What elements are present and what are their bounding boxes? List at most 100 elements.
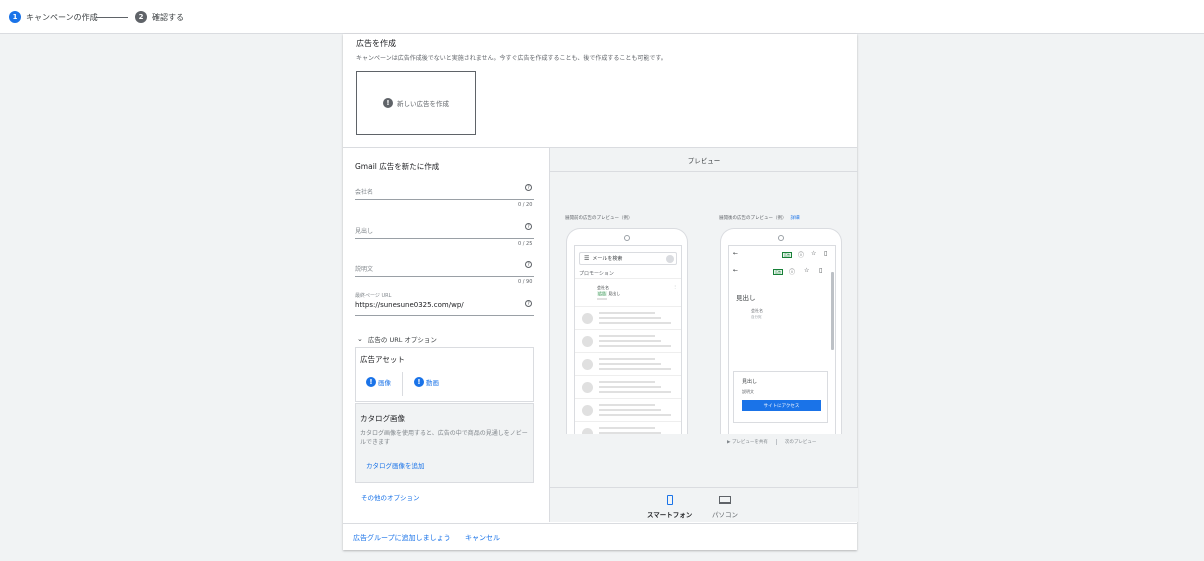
placeholder-line <box>599 404 655 406</box>
share-preview-label: プレビューを共有 <box>731 440 768 445</box>
assets-divider <box>402 372 403 396</box>
star-icon: ☆ <box>804 267 810 274</box>
placeholder-line <box>599 345 671 347</box>
list-item <box>575 329 681 352</box>
placeholder-line <box>599 409 661 411</box>
smartphone-tab[interactable]: スマートフォン <box>647 494 692 519</box>
placeholder-line <box>599 312 655 314</box>
placeholder-line <box>599 317 661 319</box>
headline-field[interactable]: 見出し ? <box>355 223 534 239</box>
list-item <box>575 375 681 398</box>
placeholder-line <box>599 368 671 370</box>
visit-site-button[interactable]: サイトにアクセス <box>742 400 821 411</box>
avatar-placeholder <box>582 382 593 393</box>
new-ad-label: 新しい広告を作成 <box>397 100 449 108</box>
list-item <box>575 306 681 329</box>
camera-icon <box>778 235 784 241</box>
avatar-placeholder <box>582 313 593 324</box>
add-catalog-image-link[interactable]: カタログ画像を追加 <box>366 460 425 470</box>
new-ad-button[interactable]: ! 新しい広告を作成 <box>356 71 476 135</box>
card-headline: 見出し <box>742 379 758 385</box>
star-icon: ☆ <box>811 250 817 257</box>
avatar-placeholder <box>582 336 593 347</box>
video-asset-label: 動画 <box>426 379 439 387</box>
list-item <box>575 398 681 421</box>
add-to-ad-group-button[interactable]: 広告グループに追加しましょう <box>353 533 451 543</box>
back-arrow-icon: ← <box>733 250 739 257</box>
placeholder-line <box>599 432 661 434</box>
field-label: 会社名 <box>355 189 374 196</box>
list-item <box>575 421 681 434</box>
list-item <box>575 352 681 375</box>
image-asset-button[interactable]: ! 画像 <box>366 377 391 387</box>
details-link[interactable]: 詳細 <box>791 216 800 221</box>
help-icon[interactable]: ? <box>525 300 532 307</box>
ad-badge-icon: 広告 <box>773 269 783 275</box>
expanded-phone-mockup: ← 広告 ⓘ ☆ ▯ ← 広告 ⓘ ☆ ▯ 見出し 会社名 自分宛 見出し 説明… <box>720 228 842 434</box>
ad-badge-icon: 広告 <box>782 252 792 258</box>
description-field[interactable]: 説明文 ? <box>355 261 534 277</box>
phone-screen: ☰ メールを検索 プロモーション 会社名 広告 見出し ⋮ <box>574 245 682 434</box>
next-preview-link[interactable]: 次のプレビュー <box>785 439 817 445</box>
help-icon[interactable]: ? <box>525 261 532 268</box>
device-toggle-bar: スマートフォン パソコン <box>550 487 858 522</box>
chevron-down-icon: ⌄ <box>357 335 363 343</box>
mail-search-bar: ☰ メールを検索 <box>579 252 677 265</box>
catalog-description: カタログ画像を使用すると、広告の中で商品の見通しをノビールできます <box>360 430 528 446</box>
expanded-company: 会社名 <box>751 308 763 313</box>
help-icon[interactable]: ? <box>525 184 532 191</box>
preview-panel: プレビュー 展開前の広告のプレビュー（例） 展開後の広告のプレビュー（例） 詳細 … <box>549 148 858 522</box>
expanded-ad-card: 見出し 説明文 サイトにアクセス <box>733 371 828 423</box>
share-preview-link[interactable]: ▶ プレビューを共有 <box>727 439 768 445</box>
cancel-button[interactable]: キャンセル <box>465 533 500 543</box>
main-panel: 広告を作成 キャンペーンは広告作成後でないと実施されません。今すぐ広告を作成する… <box>343 34 858 550</box>
step-campaign[interactable]: 1 キャンペーンの作成 <box>9 11 98 23</box>
search-placeholder: メールを検索 <box>592 256 623 262</box>
ad-assets-box: 広告アセット ! 画像 ! 動画 <box>355 347 534 402</box>
field-label: 最終ページ URL <box>355 293 392 299</box>
phone-screen: ← 広告 ⓘ ☆ ▯ ← 広告 ⓘ ☆ ▯ 見出し 会社名 自分宛 見出し 説明… <box>728 245 836 434</box>
url-options-toggle[interactable]: ⌄ 広告の URL オプション <box>357 334 437 344</box>
video-asset-button[interactable]: ! 動画 <box>414 377 439 387</box>
ad-badge: 広告 <box>597 291 607 296</box>
placeholder-line <box>599 381 655 383</box>
collapsed-preview-caption: 展開前の広告のプレビュー（例） <box>565 216 633 221</box>
back-arrow-icon: ← <box>733 267 739 274</box>
final-url-value: https://sunesune0325.com/wp/ <box>355 301 464 309</box>
field-label: 見出し <box>355 228 374 235</box>
info-circle-icon: ⓘ <box>789 269 796 276</box>
more-icon: ⋮ <box>673 284 677 289</box>
ad-badge-line: 広告 見出し <box>597 291 620 297</box>
pc-tab[interactable]: パソコン <box>712 494 738 519</box>
footer-bar: 広告グループに追加しましょう キャンセル <box>343 523 857 550</box>
other-options-link[interactable]: その他のオプション <box>361 492 420 502</box>
camera-icon <box>624 235 630 241</box>
company-name-field[interactable]: 会社名 ? <box>355 184 534 200</box>
info-icon: ! <box>414 377 424 387</box>
scrollbar <box>831 272 834 350</box>
info-circle-icon: ⓘ <box>798 252 805 259</box>
step-label: キャンペーンの作成 <box>26 12 98 22</box>
avatar-placeholder <box>582 405 593 416</box>
placeholder-line <box>599 386 661 388</box>
avatar-placeholder <box>582 359 593 370</box>
image-asset-label: 画像 <box>378 379 391 387</box>
url-options-label: 広告の URL オプション <box>367 336 437 344</box>
trash-icon: ▯ <box>824 250 828 257</box>
catalog-image-box: カタログ画像 カタログ画像を使用すると、広告の中で商品の見通しをノビールできます… <box>355 403 534 483</box>
help-icon[interactable]: ? <box>525 223 532 230</box>
info-icon: ! <box>366 377 376 387</box>
placeholder-line <box>599 322 671 324</box>
placeholder-line <box>599 427 655 429</box>
step-confirm[interactable]: 2 確認する <box>135 11 184 23</box>
final-url-field[interactable]: 最終ページ URL https://sunesune0325.com/wp/ ? <box>355 289 534 316</box>
create-ad-title: 広告を作成 <box>356 39 396 48</box>
ad-headline: 見出し <box>608 291 621 296</box>
step-number: 2 <box>135 11 147 23</box>
preview-header: プレビュー <box>550 148 858 172</box>
card-description: 説明文 <box>742 389 754 394</box>
collapsed-phone-mockup: ☰ メールを検索 プロモーション 会社名 広告 見出し ⋮ <box>566 228 688 434</box>
avatar-placeholder <box>582 428 593 434</box>
step-label: 確認する <box>152 12 184 22</box>
field-label: 説明文 <box>355 266 374 273</box>
